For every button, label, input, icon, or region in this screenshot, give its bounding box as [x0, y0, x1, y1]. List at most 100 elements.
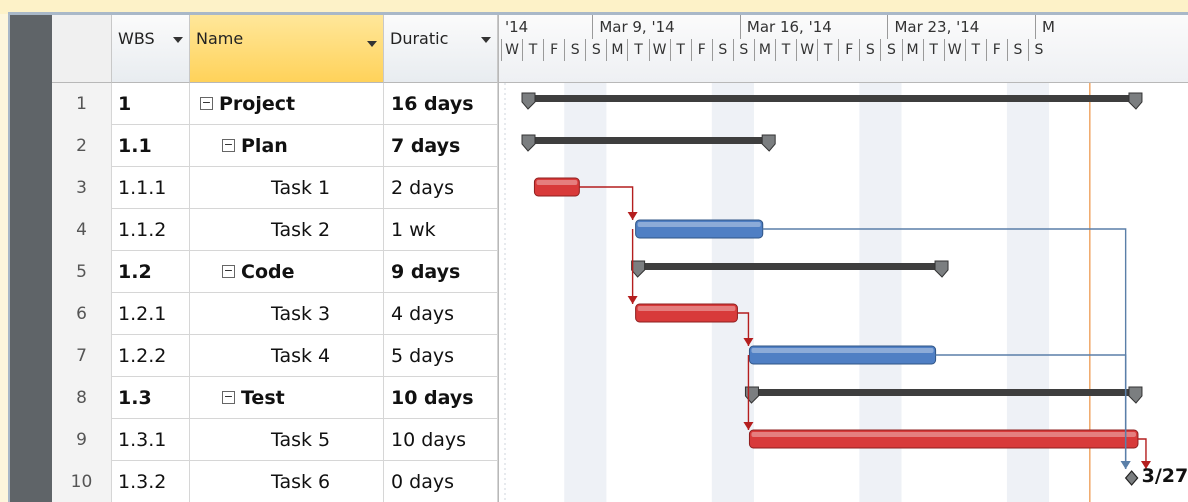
summary-start-cap: [521, 92, 536, 110]
duration-cell[interactable]: 4 days: [384, 293, 498, 335]
timescale-day-label: F: [543, 39, 564, 61]
timescale-day-label: S: [1028, 39, 1049, 61]
duration-cell[interactable]: 5 days: [384, 335, 498, 377]
timescale-day-label: W: [501, 39, 522, 61]
name-cell[interactable]: Task 3: [190, 293, 384, 335]
wbs-cell[interactable]: 1.3.1: [112, 419, 190, 461]
row-id[interactable]: 3: [52, 167, 112, 209]
timescale-day-label: T: [775, 39, 796, 61]
row-id[interactable]: 5: [52, 251, 112, 293]
row-id[interactable]: 6: [52, 293, 112, 335]
task-name: Code: [241, 261, 295, 283]
task-row[interactable]: 7 1.2.2 Task 4 5 days: [52, 335, 498, 377]
task-name: Task 2: [271, 219, 331, 241]
name-cell[interactable]: − Plan: [190, 125, 384, 167]
row-id[interactable]: 7: [52, 335, 112, 377]
timescale-day-label: T: [627, 39, 648, 61]
column-header-name[interactable]: Name: [190, 15, 384, 83]
dependency-link-arrow-icon: [1120, 461, 1131, 469]
row-id[interactable]: 10: [52, 461, 112, 502]
summary-bar: [526, 95, 1138, 102]
dependency-link-arrow-icon: [627, 296, 638, 304]
wbs-cell[interactable]: 1.2.1: [112, 293, 190, 335]
row-id[interactable]: 1: [52, 83, 112, 125]
timescale-day-label: S: [859, 39, 880, 61]
nonworking-time-shade: [711, 83, 754, 502]
task-row[interactable]: 6 1.2.1 Task 3 4 days: [52, 293, 498, 335]
duration-cell[interactable]: 10 days: [384, 377, 498, 419]
row-id[interactable]: 8: [52, 377, 112, 419]
wbs-cell[interactable]: 1.1.1: [112, 167, 190, 209]
task-row[interactable]: 5 1.2− Code 9 days: [52, 251, 498, 293]
task-name: Plan: [241, 135, 288, 157]
name-cell[interactable]: − Code: [190, 251, 384, 293]
gantt-chart[interactable]: '14 Mar 9, '14 Mar 16, '14 Mar 23, '14 M W T F S…: [498, 15, 1188, 502]
column-filter-dropdown-icon[interactable]: [367, 41, 377, 47]
timescale-day-label: M: [606, 39, 627, 61]
timescale-day-label: T: [522, 39, 543, 61]
task-row[interactable]: 2 1.1− Plan 7 days: [52, 125, 498, 167]
column-header-duration-label: Duratic: [390, 29, 449, 48]
wbs-cell[interactable]: 1.3: [112, 377, 190, 419]
summary-bar: [749, 389, 1138, 396]
wbs-cell[interactable]: 1.2: [112, 251, 190, 293]
summary-end-cap: [1128, 92, 1143, 110]
task-row[interactable]: 3 1.1.1 Task 1 2 days: [52, 167, 498, 209]
milestone-date-label: 3/27: [1141, 465, 1188, 487]
task-name: Task 1: [271, 177, 331, 199]
select-all-corner[interactable]: [52, 15, 112, 83]
timescale-day-label: T: [964, 39, 986, 61]
timescale-day-label: M: [753, 39, 775, 61]
task-row[interactable]: 1 1− Project 16 days: [52, 83, 498, 125]
collapse-toggle-icon[interactable]: −: [222, 265, 235, 278]
duration-cell[interactable]: 0 days: [384, 461, 498, 502]
timescale-week-label: '14: [505, 18, 529, 36]
name-cell[interactable]: Task 2: [190, 209, 384, 251]
wbs-cell[interactable]: 1.1: [112, 125, 190, 167]
row-id[interactable]: 2: [52, 125, 112, 167]
duration-cell[interactable]: 10 days: [384, 419, 498, 461]
task-row[interactable]: 10 1.3.2 Task 6 0 days: [52, 461, 498, 502]
name-cell[interactable]: Task 5: [190, 419, 384, 461]
column-filter-dropdown-icon[interactable]: [173, 37, 183, 43]
task-bar-highlight: [751, 432, 1136, 437]
row-id[interactable]: 4: [52, 209, 112, 251]
row-id[interactable]: 9: [52, 419, 112, 461]
collapse-toggle-icon[interactable]: −: [200, 97, 213, 110]
duration-cell[interactable]: 9 days: [384, 251, 498, 293]
name-cell[interactable]: Task 4: [190, 335, 384, 377]
name-cell[interactable]: − Test: [190, 377, 384, 419]
timescale-day-label: F: [985, 39, 1007, 61]
timescale-day-label: S: [732, 39, 754, 61]
duration-cell[interactable]: 1 wk: [384, 209, 498, 251]
collapse-toggle-icon[interactable]: −: [222, 391, 235, 404]
column-filter-dropdown-icon[interactable]: [481, 37, 491, 43]
timescale-day-label: T: [817, 39, 838, 61]
timescale-header[interactable]: '14 Mar 9, '14 Mar 16, '14 Mar 23, '14 M W T F S…: [499, 15, 1188, 83]
task-name: Project: [219, 93, 296, 115]
timescale-day-label: W: [796, 39, 817, 61]
task-row[interactable]: 9 1.3.1 Task 5 10 days: [52, 419, 498, 461]
timescale-day-label: F: [690, 39, 712, 61]
column-header-wbs[interactable]: WBS: [112, 15, 190, 83]
duration-cell[interactable]: 16 days: [384, 83, 498, 125]
timescale-week-label: Mar 16, '14: [739, 15, 888, 39]
task-row[interactable]: 8 1.3− Test 10 days: [52, 377, 498, 419]
wbs-cell[interactable]: 1: [112, 83, 190, 125]
task-name: Task 6: [271, 471, 331, 493]
wbs-cell[interactable]: 1.2.2: [112, 335, 190, 377]
name-cell[interactable]: − Project: [190, 83, 384, 125]
column-header-duration[interactable]: Duratic: [384, 15, 498, 83]
timescale-day-label: S: [564, 39, 585, 61]
view-bar[interactable]: [10, 15, 52, 502]
name-cell[interactable]: Task 1: [190, 167, 384, 209]
wbs-cell[interactable]: 1.1.2: [112, 209, 190, 251]
duration-cell[interactable]: 2 days: [384, 167, 498, 209]
duration-cell[interactable]: 7 days: [384, 125, 498, 167]
timescale-day-label: T: [669, 39, 691, 61]
column-header-name-label: Name: [196, 29, 244, 48]
wbs-cell[interactable]: 1.3.2: [112, 461, 190, 502]
collapse-toggle-icon[interactable]: −: [222, 139, 235, 152]
name-cell[interactable]: Task 6: [190, 461, 384, 502]
task-row[interactable]: 4 1.1.2 Task 2 1 wk: [52, 209, 498, 251]
